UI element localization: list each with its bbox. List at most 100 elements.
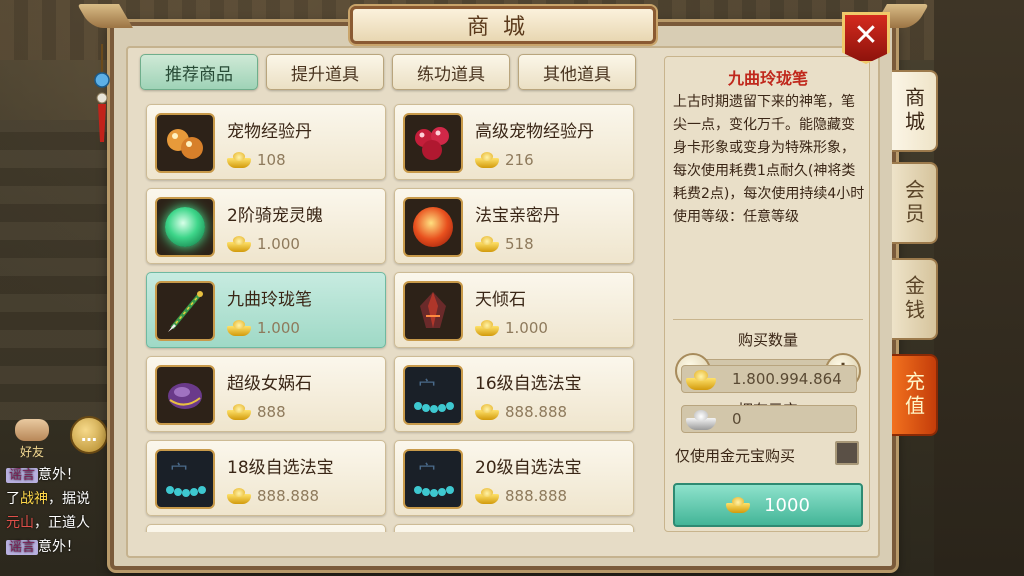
advanced-pet-exp-pill-icon: [403, 113, 463, 173]
chat-text: 意外！: [38, 467, 81, 483]
item-price: 888: [257, 403, 286, 421]
handshake-icon: [15, 419, 49, 441]
item-name: 超级女娲石: [227, 374, 312, 394]
gold-ingot-icon: [475, 488, 499, 504]
item-card[interactable]: 天倾石 1.000: [394, 272, 634, 348]
gold-ingot-plus-icon: [686, 370, 716, 390]
item-price: 1.000: [257, 235, 300, 253]
item-price: 888.888: [505, 487, 568, 505]
chat-line: 谣言 意外！: [6, 464, 80, 484]
item-card[interactable]: [146, 524, 386, 532]
chat-text: 意外！: [38, 539, 81, 555]
item-price-row: 1.000: [475, 317, 548, 339]
gold-only-checkbox[interactable]: [835, 441, 859, 465]
silver-ingot-icon: [686, 410, 716, 430]
item-price: 518: [505, 235, 534, 253]
chat-line: 元山，正道人: [6, 512, 90, 532]
item-name: 16级自选法宝: [475, 374, 582, 394]
tab-training-items[interactable]: 练功道具: [392, 54, 510, 90]
tab-other-items[interactable]: 其他道具: [518, 54, 636, 90]
item-name: 宠物经验丹: [227, 122, 312, 142]
chat-button[interactable]: …: [70, 416, 108, 454]
side-tab-vip[interactable]: 会员: [892, 162, 938, 244]
chat-line: 了战神，据说: [6, 488, 90, 508]
gold-ingot-icon: [475, 152, 499, 168]
chat-bubble-icon: …: [81, 425, 97, 445]
gold-ingot-icon: [227, 152, 251, 168]
prayer-beads-icon: 宀: [155, 449, 215, 509]
chat-text: 了: [6, 491, 20, 507]
gold-ingot-icon: [475, 404, 499, 420]
item-price: 108: [257, 151, 286, 169]
item-card[interactable]: 宀 20级自选法宝 888.888: [394, 440, 634, 516]
item-detail-panel: 九曲玲珑笔 上古时期遗留下来的神笔，笔尖一点，变化万千。能隐藏变身卡形象或变身为…: [664, 56, 870, 532]
stone-wall: [0, 120, 110, 420]
side-tab-money[interactable]: 金钱: [892, 258, 938, 340]
item-card[interactable]: 超级女娲石 888: [146, 356, 386, 432]
gold-ingot-icon: [227, 236, 251, 252]
item-name: 20级自选法宝: [475, 458, 582, 478]
gold-ingot-icon: [475, 236, 499, 252]
right-scenery: [934, 0, 1024, 576]
chat-text: ，据说: [48, 491, 90, 507]
tab-upgrade-items[interactable]: 提升道具: [266, 54, 384, 90]
item-price-row: 888: [227, 401, 286, 423]
item-grid: 宠物经验丹 108 高级宠物经验丹 216 2阶骑宠灵魄 1.000 法宝亲密丹: [142, 100, 642, 532]
detail-title: 九曲玲珑笔: [727, 69, 808, 88]
gold-balance: 1.800.994.864: [681, 365, 857, 393]
nuwa-stone-icon: [155, 365, 215, 425]
chat-player-name[interactable]: 战神: [20, 491, 48, 507]
item-card[interactable]: [394, 524, 634, 532]
item-price: 1.000: [505, 319, 548, 337]
side-tab-recharge[interactable]: 充值: [892, 354, 938, 436]
item-card-selected[interactable]: 九曲玲珑笔 1.000: [146, 272, 386, 348]
close-icon: ✕: [853, 17, 879, 53]
item-name: 18级自选法宝: [227, 458, 334, 478]
item-price-row: 108: [227, 149, 286, 171]
item-price: 1.000: [257, 319, 300, 337]
gold-ingot-icon: [726, 497, 751, 513]
item-price-row: 1.000: [227, 317, 300, 339]
friends-button[interactable]: 好友: [6, 414, 58, 460]
item-card[interactable]: 宀 16级自选法宝 888.888: [394, 356, 634, 432]
item-card[interactable]: 宠物经验丹 108: [146, 104, 386, 180]
item-card[interactable]: 2阶骑宠灵魄 1.000: [146, 188, 386, 264]
item-card[interactable]: 宀 18级自选法宝 888.888: [146, 440, 386, 516]
chat-player-name[interactable]: 元山: [6, 515, 34, 531]
item-price-row: 888.888: [475, 485, 567, 507]
svg-text:宀: 宀: [418, 462, 436, 483]
quantity-label: 购买数量: [737, 331, 798, 349]
tab-recommended[interactable]: 推荐商品: [140, 54, 258, 90]
buy-button[interactable]: 1000: [673, 483, 863, 527]
prayer-beads-icon: 宀: [403, 449, 463, 509]
mount-soul-orb-icon: [155, 197, 215, 257]
friends-label: 好友: [19, 445, 44, 459]
buy-price: 1000: [764, 494, 810, 516]
item-price-row: 216: [475, 149, 534, 171]
item-price-row: 1.000: [227, 233, 300, 255]
item-card[interactable]: 法宝亲密丹 518: [394, 188, 634, 264]
brush-icon: [155, 281, 215, 341]
rumor-tag: 谣言: [6, 468, 39, 483]
item-card[interactable]: 高级宠物经验丹 216: [394, 104, 634, 180]
side-tab-shop[interactable]: 商城: [892, 70, 938, 152]
item-name: 九曲玲珑笔: [227, 290, 312, 310]
item-price-row: 518: [475, 233, 534, 255]
jade-pendant-icon: [94, 44, 110, 142]
gold-ingot-icon: [227, 404, 251, 420]
treasure-intimacy-pill-icon: [403, 197, 463, 257]
detail-description: 上古时期遗留下来的神笔，笔尖一点，变化万千。能隐藏变身卡形象或变身为特殊形象，每…: [673, 94, 865, 225]
silver-balance-value: 0: [732, 410, 742, 428]
gold-balance-value: 1.800.994.864: [732, 370, 842, 388]
item-price: 216: [505, 151, 534, 169]
item-name: 高级宠物经验丹: [475, 122, 594, 142]
item-price: 888.888: [505, 403, 568, 421]
chat-line: 谣言 意外！: [6, 536, 80, 556]
item-name: 2阶骑宠灵魄: [227, 206, 323, 226]
rumor-tag: 谣言: [6, 540, 39, 555]
item-price-row: 888.888: [227, 485, 319, 507]
item-price: 888.888: [257, 487, 320, 505]
prayer-beads-icon: 宀: [403, 365, 463, 425]
chat-text: ，正道人: [34, 515, 90, 531]
page-title: 商城: [350, 6, 656, 44]
